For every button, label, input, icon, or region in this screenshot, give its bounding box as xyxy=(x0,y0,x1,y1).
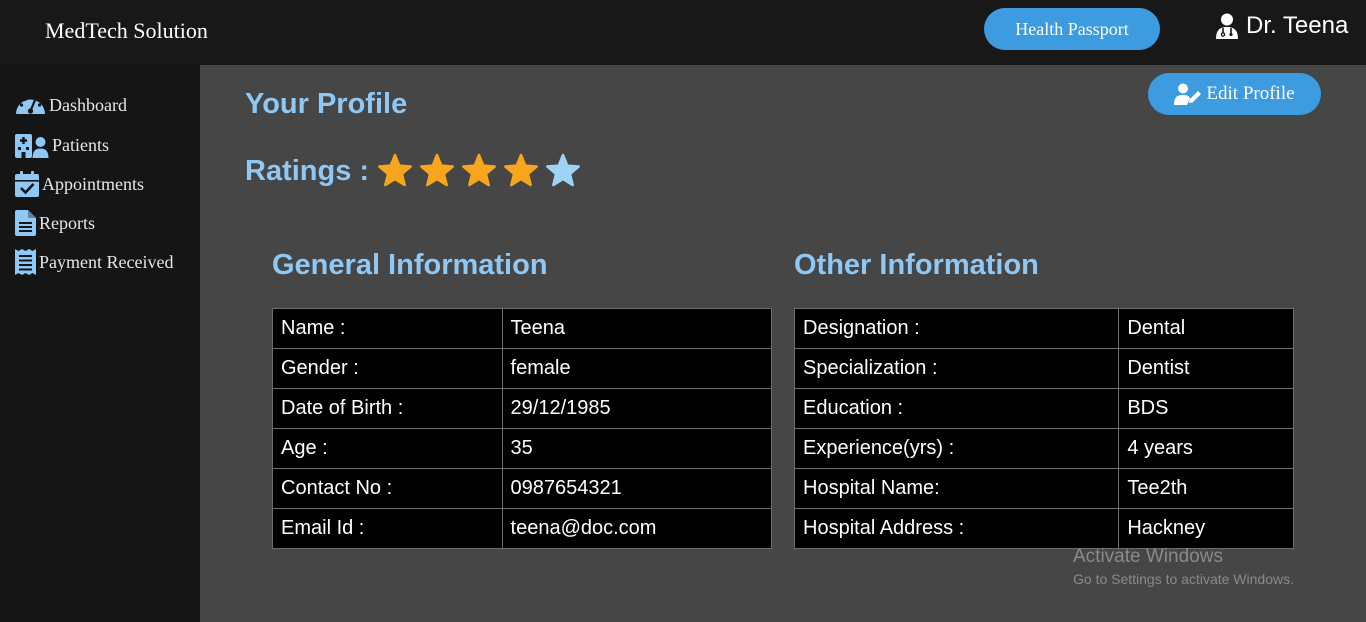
field-value: 0987654321 xyxy=(501,468,773,509)
ratings-row: Ratings : xyxy=(245,153,587,189)
field-value: Teena xyxy=(501,308,773,349)
activate-windows-watermark: Activate Windows Go to Settings to activ… xyxy=(1073,546,1294,587)
field-value: Dental xyxy=(1118,308,1294,349)
other-info-title: Other Information xyxy=(794,249,1039,281)
health-passport-button[interactable]: Health Passport xyxy=(984,8,1160,50)
user-edit-icon xyxy=(1174,83,1202,105)
receipt-icon xyxy=(15,249,36,275)
user-menu[interactable]: Dr. Teena xyxy=(1215,12,1348,40)
edit-profile-label: Edit Profile xyxy=(1206,83,1295,104)
table-row: Education : BDS xyxy=(793,388,1294,429)
table-row: Hospital Address : Hackney xyxy=(793,508,1294,549)
general-info-title: General Information xyxy=(272,249,548,281)
field-label: Education : xyxy=(793,388,1120,429)
field-label: Hospital Name: xyxy=(793,468,1120,509)
hospital-users-icon xyxy=(15,134,49,158)
table-row: Hospital Name: Tee2th xyxy=(793,468,1294,509)
page-title: Your Profile xyxy=(245,88,408,120)
watermark-title: Activate Windows xyxy=(1073,546,1223,567)
sidebar-item-label: Appointments xyxy=(42,173,144,194)
star-filled-icon xyxy=(504,153,539,187)
sidebar-item-label: Reports xyxy=(39,212,95,233)
table-row: Age :35 xyxy=(272,428,773,469)
table-row: Gender : female xyxy=(272,348,773,389)
file-icon xyxy=(15,210,36,236)
ratings-label: Ratings : xyxy=(245,154,370,187)
field-value: 4 years xyxy=(1118,428,1294,469)
field-value: female xyxy=(501,348,773,389)
brand-title[interactable]: MedTech Solution xyxy=(45,18,208,44)
field-label: Contact No : xyxy=(272,468,503,509)
field-value: Hackney xyxy=(1118,508,1294,549)
sidebar-item-dashboard[interactable]: Dashboard xyxy=(15,92,127,118)
field-label: Gender : xyxy=(272,348,503,389)
sidebar-item-reports[interactable]: Reports xyxy=(15,210,95,236)
sidebar-item-label: Payment Received xyxy=(39,251,174,272)
dashboard-gauge-icon xyxy=(15,95,45,114)
star-filled-icon xyxy=(462,153,497,187)
field-label: Specialization : xyxy=(793,348,1120,389)
field-label: Email Id : xyxy=(272,508,503,549)
user-name: Dr. Teena xyxy=(1246,12,1349,39)
general-info-table: Name : Teena Gender : female Date of Birth :… xyxy=(272,308,773,549)
star-filled-icon xyxy=(420,153,455,187)
field-value: 29/12/1985 xyxy=(501,388,773,429)
table-row: Date of Birth :29/12/1985 xyxy=(272,388,773,429)
field-value: teena@doc.com xyxy=(501,508,773,549)
field-value: 35 xyxy=(501,428,773,469)
top-navbar: MedTech Solution Health Passport Dr. Tee… xyxy=(0,0,1366,65)
star-rating xyxy=(377,153,587,189)
field-label: Hospital Address : xyxy=(793,508,1120,549)
field-label: Experience(yrs) : xyxy=(793,428,1120,469)
sidebar-item-patients[interactable]: Patients xyxy=(15,132,109,158)
table-row: Experience(yrs) :4 years xyxy=(793,428,1294,469)
star-filled-icon xyxy=(378,153,413,187)
field-label: Name : xyxy=(272,308,503,349)
star-empty-icon xyxy=(546,153,581,187)
field-value: Tee2th xyxy=(1118,468,1294,509)
table-row: Specialization : Dentist xyxy=(793,348,1294,389)
user-doctor-icon xyxy=(1216,13,1238,39)
sidebar: Dashboard Patients Appointments Reports … xyxy=(0,65,200,622)
field-value: Dentist xyxy=(1118,348,1294,389)
other-info-table: Designation : Dental Specialization : Denti… xyxy=(793,308,1294,549)
main-content: Your Profile Edit Profile Ratings : Gene… xyxy=(200,65,1366,622)
edit-profile-button[interactable]: Edit Profile xyxy=(1148,73,1321,115)
field-value: BDS xyxy=(1118,388,1294,429)
calendar-check-icon xyxy=(15,171,39,197)
table-row: Email Id : teena@doc.com xyxy=(272,508,773,549)
sidebar-item-label: Dashboard xyxy=(49,94,127,115)
watermark-subtitle: Go to Settings to activate Windows. xyxy=(1073,571,1294,587)
field-label: Age : xyxy=(272,428,503,469)
table-row: Name : Teena xyxy=(272,308,773,349)
field-label: Date of Birth : xyxy=(272,388,503,429)
table-row: Contact No :0987654321 xyxy=(272,468,773,509)
sidebar-item-payment-received[interactable]: Payment Received xyxy=(15,249,173,275)
table-row: Designation : Dental xyxy=(793,308,1294,349)
sidebar-item-appointments[interactable]: Appointments xyxy=(15,171,144,197)
sidebar-item-label: Patients xyxy=(52,134,109,155)
field-label: Designation : xyxy=(793,308,1120,349)
